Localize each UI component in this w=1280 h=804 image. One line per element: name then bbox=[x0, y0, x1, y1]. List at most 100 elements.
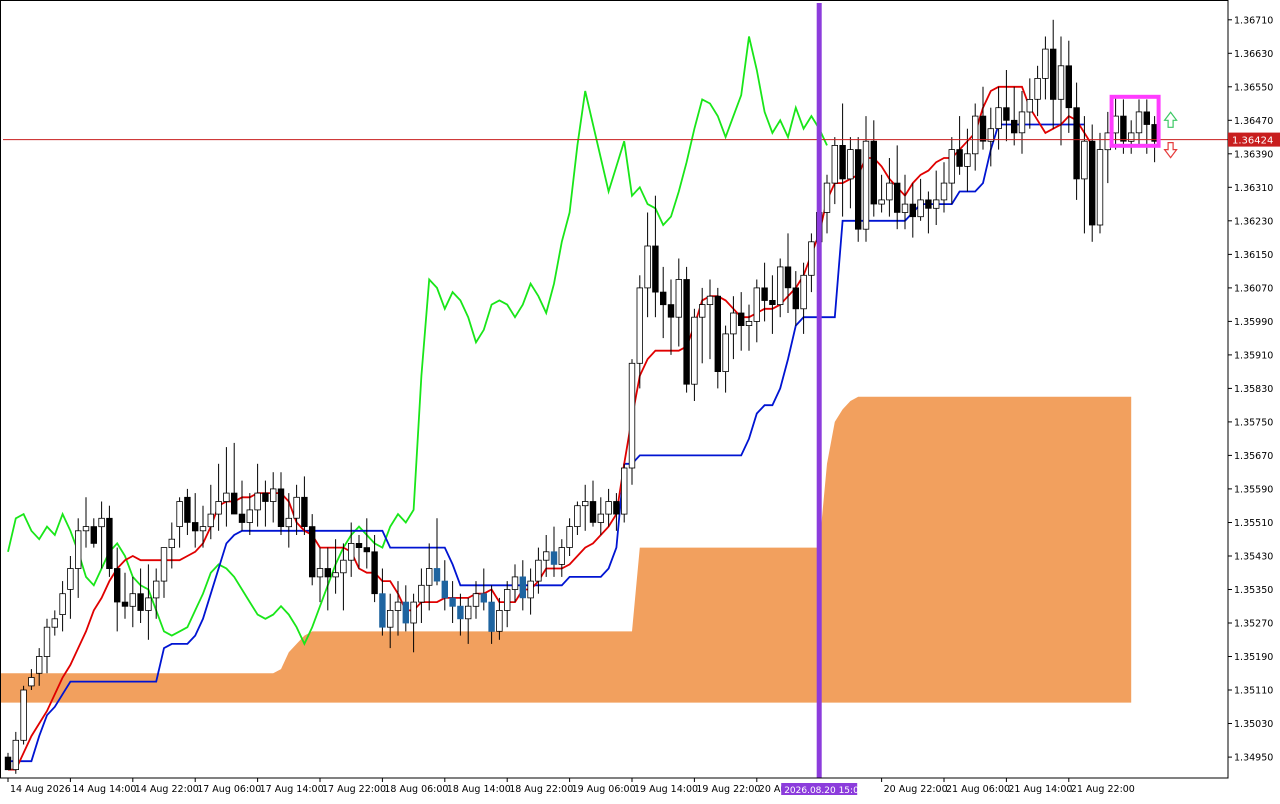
price-tick-label: 1.35590 bbox=[1234, 484, 1273, 495]
candle-body bbox=[706, 295, 714, 306]
candle-body bbox=[4, 756, 12, 771]
candle-body bbox=[137, 593, 144, 611]
time-tick-label: 14 Aug 22:00 bbox=[135, 784, 199, 795]
candle-body bbox=[933, 199, 940, 209]
candle-body bbox=[1112, 115, 1119, 134]
price-tick-label: 1.36710 bbox=[1234, 15, 1273, 26]
candle-body bbox=[964, 153, 971, 167]
candle-body bbox=[371, 551, 378, 595]
candle-body bbox=[1120, 115, 1127, 142]
candle-body bbox=[940, 182, 948, 201]
candle-body bbox=[886, 182, 893, 201]
price-tick-label: 1.35750 bbox=[1234, 417, 1273, 428]
candle-body bbox=[457, 605, 464, 620]
candle-body bbox=[745, 320, 753, 326]
candle[interactable] bbox=[1089, 124, 1096, 242]
price-tick-label: 1.35270 bbox=[1234, 619, 1273, 630]
candle-body bbox=[792, 287, 799, 310]
candle-body bbox=[418, 584, 425, 603]
time-tick-label: 21 Aug 22:00 bbox=[1071, 784, 1135, 795]
price-tick-label: 1.36470 bbox=[1234, 116, 1273, 127]
candle[interactable] bbox=[628, 359, 636, 485]
time-tick-label: 21 Aug 14:00 bbox=[1008, 784, 1072, 795]
candle[interactable] bbox=[621, 463, 628, 523]
candle-body bbox=[98, 517, 105, 528]
candle-body bbox=[254, 492, 261, 511]
candle-body bbox=[699, 304, 706, 318]
candle-body bbox=[1073, 107, 1080, 180]
candle-body bbox=[114, 568, 121, 603]
candle-body bbox=[667, 304, 675, 318]
time-tick-label: 20 Aug 22:00 bbox=[884, 784, 948, 795]
candle-body bbox=[160, 547, 168, 582]
candle-body bbox=[43, 626, 51, 657]
price-tick-label: 1.36310 bbox=[1234, 183, 1273, 194]
candle-body bbox=[402, 601, 409, 624]
candle[interactable] bbox=[683, 266, 690, 393]
candle-body bbox=[199, 526, 207, 532]
candle-body bbox=[1026, 99, 1033, 113]
time-tick-label: 17 Aug 14:00 bbox=[260, 784, 324, 795]
candle-body bbox=[979, 115, 987, 142]
candle-body bbox=[410, 601, 417, 624]
candle-body bbox=[433, 568, 441, 582]
candle-body bbox=[917, 199, 924, 218]
price-tick-label: 1.35830 bbox=[1234, 384, 1273, 395]
candle-body bbox=[605, 501, 612, 515]
candle-body bbox=[823, 182, 831, 213]
candle-body bbox=[215, 501, 222, 515]
candle-body bbox=[184, 496, 191, 523]
candle-body bbox=[480, 593, 487, 603]
price-tick-label: 1.36390 bbox=[1234, 149, 1273, 160]
time-tick-label: 18 Aug 14:00 bbox=[447, 784, 511, 795]
candle-body bbox=[1057, 65, 1065, 100]
candle-body bbox=[972, 115, 979, 155]
candle-body bbox=[301, 496, 308, 527]
time-tick-label: 19 Aug 14:00 bbox=[634, 784, 698, 795]
candle-body bbox=[1089, 140, 1096, 226]
price-tick-label: 1.35030 bbox=[1234, 719, 1273, 730]
candle-body bbox=[558, 547, 565, 565]
candle-body bbox=[831, 144, 838, 184]
candle-body bbox=[722, 333, 729, 372]
candle-body bbox=[488, 601, 495, 632]
candle-body bbox=[1042, 48, 1049, 79]
price-tick-label: 1.36070 bbox=[1234, 283, 1273, 294]
candle-body bbox=[316, 568, 324, 578]
candle-body bbox=[269, 488, 277, 502]
candle-body bbox=[613, 501, 620, 515]
candle-body bbox=[636, 287, 643, 364]
candle[interactable] bbox=[855, 137, 862, 242]
candle-body bbox=[503, 589, 511, 611]
candle-body bbox=[753, 287, 760, 322]
candle-body bbox=[597, 513, 604, 523]
candle-body bbox=[1081, 140, 1088, 180]
time-tick-label: 17 Aug 22:00 bbox=[322, 784, 386, 795]
candle-body bbox=[293, 496, 300, 519]
candle-body bbox=[909, 203, 916, 218]
candle-body bbox=[901, 203, 909, 213]
chart-canvas[interactable]: 1.36710 1.36630 1.36550 1.36470 1.36390 1.363… bbox=[0, 0, 1280, 800]
candle-body bbox=[1143, 111, 1150, 125]
candle-body bbox=[574, 505, 581, 528]
candle-body bbox=[1018, 111, 1026, 134]
time-tick-label: 17 Aug 06:00 bbox=[197, 784, 261, 795]
candle-body bbox=[1003, 107, 1010, 121]
candle-body bbox=[527, 580, 534, 599]
candle-body bbox=[589, 501, 597, 523]
candle-body bbox=[332, 572, 339, 578]
candle-body bbox=[948, 149, 955, 184]
candle-body bbox=[20, 689, 27, 741]
price-chart[interactable]: 1.36710 1.36630 1.36550 1.36470 1.36390 1.363… bbox=[0, 0, 1280, 800]
crosshair-time-label: 2026.08.20 15:00 bbox=[784, 786, 865, 796]
candle[interactable] bbox=[20, 685, 27, 745]
price-tick-label: 1.35910 bbox=[1234, 350, 1273, 361]
candle-body bbox=[472, 593, 480, 607]
candle-body bbox=[449, 597, 456, 607]
candle-body bbox=[870, 140, 877, 205]
candle-body bbox=[441, 580, 448, 599]
candle-body bbox=[28, 677, 35, 687]
price-tick-label: 1.35990 bbox=[1234, 317, 1273, 328]
candle-body bbox=[246, 509, 253, 523]
candle-body bbox=[847, 149, 854, 180]
